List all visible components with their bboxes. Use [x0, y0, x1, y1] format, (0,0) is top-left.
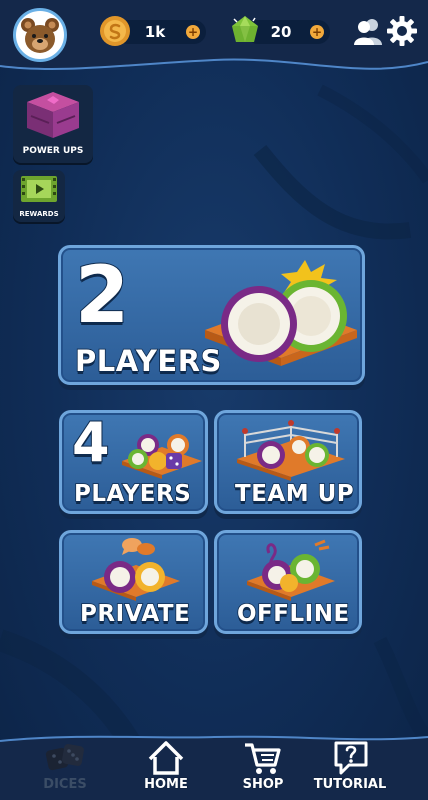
- offline-label: OFFLINE: [236, 600, 350, 628]
- coin-icon: [100, 16, 130, 46]
- power-ups-label: POWER UPS: [22, 146, 84, 156]
- add-gems-button[interactable]: +: [310, 25, 324, 39]
- dice-icon: [45, 744, 84, 771]
- nav-dices-label: DICES: [43, 777, 87, 792]
- offline-art: [247, 539, 335, 601]
- four-players-art: [122, 434, 202, 479]
- power-ups-chest-icon: [27, 92, 79, 138]
- nav-dices[interactable]: DICES: [20, 733, 110, 800]
- two-players-button[interactable]: 2 PLAYERS: [58, 245, 365, 385]
- four-players-label: PLAYERS: [73, 480, 192, 508]
- gems-value: 20: [270, 23, 292, 41]
- gem-icon: [232, 16, 258, 42]
- rewards-label: REWARDS: [19, 210, 59, 218]
- settings-gear-icon[interactable]: [386, 15, 418, 47]
- four-players-button[interactable]: 4 PLAYERS: [59, 410, 208, 514]
- private-art: [92, 538, 180, 601]
- team-up-ring-art: [237, 420, 345, 481]
- nav-tutorial[interactable]: TUTORIAL: [306, 733, 394, 800]
- home-icon: [148, 741, 184, 775]
- cart-icon: [245, 743, 281, 774]
- team-up-label: TEAM UP: [234, 480, 355, 508]
- four-players-number: 4: [71, 411, 111, 474]
- private-label: PRIVATE: [79, 600, 191, 628]
- bear-avatar-icon: [21, 18, 59, 53]
- private-button[interactable]: PRIVATE: [59, 530, 208, 634]
- bottom-nav: DICES HOME SHOP TUTORIAL: [0, 733, 428, 800]
- two-players-label: PLAYERS: [74, 343, 222, 379]
- video-reward-icon: [21, 176, 57, 202]
- team-up-button[interactable]: TEAM UP: [214, 410, 362, 514]
- add-coins-button[interactable]: +: [186, 25, 200, 39]
- power-ups-button[interactable]: POWER UPS: [13, 85, 93, 163]
- nav-shop[interactable]: SHOP: [218, 733, 308, 800]
- nav-home[interactable]: HOME: [121, 733, 211, 800]
- top-bar: 1k + 20 +: [0, 0, 428, 71]
- nav-home-label: HOME: [144, 777, 189, 793]
- nav-tutorial-label: TUTORIAL: [313, 777, 387, 793]
- friends-icon[interactable]: [352, 15, 384, 47]
- two-players-number: 2: [74, 251, 130, 341]
- two-players-art: [205, 260, 357, 366]
- profile-avatar[interactable]: [13, 8, 67, 62]
- rewards-button[interactable]: REWARDS: [13, 170, 65, 222]
- offline-button[interactable]: OFFLINE: [214, 530, 362, 634]
- coins-value: 1k: [144, 23, 166, 41]
- nav-shop-label: SHOP: [242, 777, 284, 793]
- help-icon: [334, 741, 368, 775]
